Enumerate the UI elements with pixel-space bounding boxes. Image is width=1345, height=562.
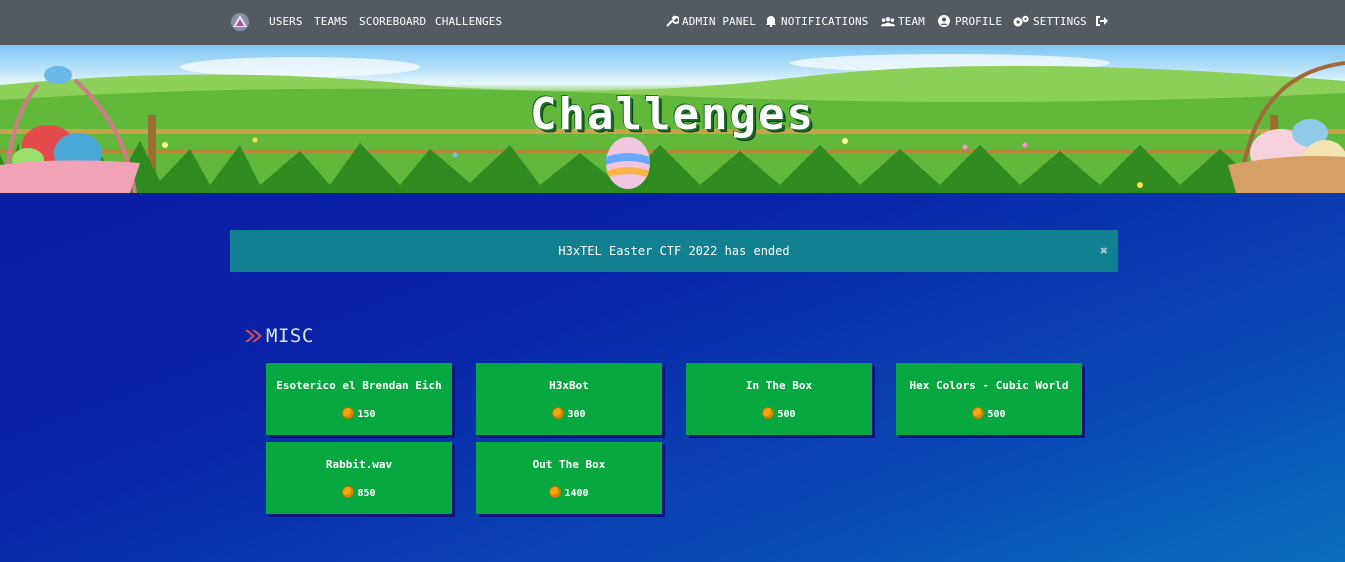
challenge-points: 150 [266, 407, 452, 420]
coin-icon [762, 407, 775, 419]
coin-icon [972, 407, 985, 419]
coin-icon [552, 407, 565, 419]
challenge-name: Rabbit.wav [325, 458, 393, 471]
nav-admin-panel-label: ADMIN PANEL [682, 15, 756, 28]
coin-icon [342, 486, 355, 498]
gears-icon [1013, 15, 1029, 27]
top-navbar: USERS TEAMS SCOREBOARD CHALLENGES ADMIN … [0, 0, 1345, 45]
challenge-points-value: 500 [987, 409, 1006, 420]
category-name: MISC [266, 325, 314, 347]
user-circle-icon [938, 15, 950, 27]
nav-profile-label: PROFILE [955, 15, 1003, 28]
challenge-card[interactable]: Hex Colors - Cubic World 500 [896, 363, 1082, 435]
challenge-points-value: 150 [357, 409, 376, 420]
challenge-points-value: 300 [567, 409, 586, 420]
logout-link[interactable] [1095, 15, 1112, 28]
nav-notifications-link[interactable]: NOTIFICATIONS [764, 15, 868, 28]
challenge-name: Hex Colors - Cubic World [909, 379, 1069, 392]
nav-profile-link[interactable]: PROFILE [938, 15, 1002, 28]
nav-settings-link[interactable]: SETTINGS [1012, 15, 1087, 28]
challenge-card[interactable]: Esoterico el Brendan Eich 150 [266, 363, 452, 435]
challenge-points: 850 [266, 486, 452, 499]
challenge-points-value: 1400 [564, 488, 589, 499]
wrench-icon [666, 15, 679, 27]
nav-notifications-label: NOTIFICATIONS [781, 15, 869, 28]
nav-teams-link[interactable]: TEAMS [314, 15, 348, 28]
bell-icon [766, 16, 776, 27]
nav-challenges-link[interactable]: CHALLENGES [435, 15, 502, 28]
nav-users-link[interactable]: USERS [269, 15, 303, 28]
challenge-name: H3xBot [549, 379, 589, 392]
hero-banner: Challenges [0, 45, 1345, 193]
nav-team-label: TEAM [898, 15, 925, 28]
page-title: Challenges [530, 89, 815, 140]
challenge-card[interactable]: Rabbit.wav 850 [266, 442, 452, 514]
challenge-points-value: 850 [357, 488, 376, 499]
challenge-name: Esoterico el Brendan Eich [276, 379, 442, 392]
challenge-points: 1400 [476, 486, 662, 499]
nav-team-link[interactable]: TEAM [881, 15, 925, 28]
challenge-points-value: 500 [777, 409, 796, 420]
challenge-card[interactable]: In The Box 500 [686, 363, 872, 435]
site-logo-icon[interactable] [230, 12, 250, 32]
ctf-ended-alert: H3xTEL Easter CTF 2022 has ended ✖ [230, 230, 1118, 272]
challenge-points: 500 [896, 407, 1082, 420]
challenge-card[interactable]: Out The Box 1400 [476, 442, 662, 514]
nav-scoreboard-link[interactable]: SCOREBOARD [359, 15, 426, 28]
coin-icon [342, 407, 355, 419]
challenge-name: Out The Box [532, 458, 606, 471]
coin-icon [549, 486, 562, 498]
challenge-points: 500 [686, 407, 872, 420]
challenge-name: In The Box [745, 379, 813, 392]
nav-settings-label: SETTINGS [1033, 15, 1087, 28]
double-chevron-right-icon [245, 330, 262, 342]
challenge-points: 300 [476, 407, 662, 420]
nav-admin-panel-link[interactable]: ADMIN PANEL [665, 15, 756, 28]
users-icon [881, 17, 895, 27]
alert-message: H3xTEL Easter CTF 2022 has ended [558, 244, 790, 258]
challenge-card[interactable]: H3xBot 300 [476, 363, 662, 435]
close-icon[interactable]: ✖ [1100, 244, 1108, 259]
sign-out-icon [1096, 16, 1108, 26]
